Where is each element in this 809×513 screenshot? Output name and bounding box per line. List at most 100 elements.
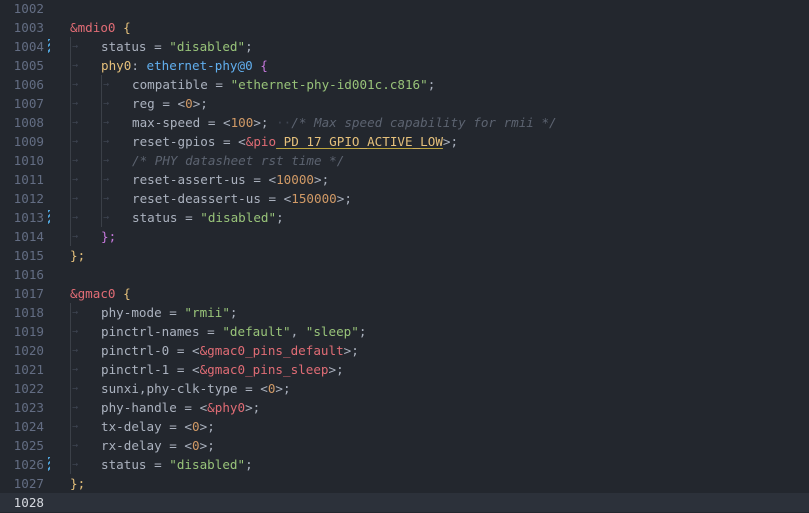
code-line[interactable]: 1017 &gmac0 {: [0, 284, 809, 303]
indent-guide: [70, 379, 71, 398]
code-line[interactable]: 1018 → phy-mode = "rmii";: [0, 303, 809, 322]
code-text[interactable]: };: [70, 246, 85, 265]
code-text[interactable]: &gmac0 {: [70, 284, 131, 303]
tab-arrow-icon: →: [103, 174, 110, 185]
code-token: <: [184, 419, 193, 434]
code-text[interactable]: rx-delay = <0>;: [101, 436, 215, 455]
tab-arrow-icon: →: [72, 326, 79, 337]
code-line[interactable]: 1009 → → reset-gpios = <&pio PD 17 GPIO_ACT…: [0, 132, 809, 151]
code-text[interactable]: };: [101, 227, 116, 246]
code-line[interactable]: 1028: [0, 493, 809, 512]
code-line[interactable]: 1027};: [0, 474, 809, 493]
code-line[interactable]: 1005 → phy0: ethernet-phy@0 {: [0, 56, 809, 75]
line-number: 1014: [13, 229, 44, 244]
tab-arrow-icon: →: [72, 364, 79, 375]
code-line[interactable]: 1025 → rx-delay = <0>;: [0, 436, 809, 455]
code-line[interactable]: 1011 → → reset-assert-us = <10000>;: [0, 170, 809, 189]
code-text[interactable]: phy-handle = <&phy0>;: [101, 398, 260, 417]
code-line[interactable]: 1024 → tx-delay = <0>;: [0, 417, 809, 436]
code-token: 150000: [291, 191, 337, 206]
code-text[interactable]: tx-delay = <0>;: [101, 417, 215, 436]
indent-guide: [70, 398, 71, 417]
code-token: =: [169, 343, 192, 358]
code-token: pinctrl-0: [101, 343, 170, 358]
code-token: =: [200, 115, 223, 130]
code-text[interactable]: status = "disabled";: [101, 455, 253, 474]
code-token: ;: [245, 39, 253, 54]
code-line[interactable]: 1007 → → reg = <0>;: [0, 94, 809, 113]
code-token: "disabled": [169, 39, 246, 54]
indent-guide: [70, 436, 71, 455]
line-number: 1011: [13, 172, 44, 187]
code-token: >;: [192, 96, 208, 111]
code-token: phy-mode: [101, 305, 162, 320]
code-token: ethernet-phy@0: [146, 58, 253, 73]
line-number: 1015: [13, 248, 44, 263]
code-text[interactable]: pinctrl-names = "default", "sleep";: [101, 322, 366, 341]
code-line[interactable]: 1019 → pinctrl-names = "default", "sleep";: [0, 322, 809, 341]
code-text[interactable]: &mdio0 {: [70, 18, 131, 37]
code-text[interactable]: pinctrl-1 = <&gmac0_pins_sleep>;: [101, 360, 344, 379]
code-token: <: [192, 362, 200, 377]
code-line[interactable]: 1022 → sunxi,phy-clk-type = <0>;: [0, 379, 809, 398]
code-text[interactable]: max-speed = <100>; ··/* Max speed capabi…: [132, 113, 557, 132]
code-line[interactable]: 1010 → → /* PHY datasheet rst time */: [0, 151, 809, 170]
code-text[interactable]: compatible = "ethernet-phy-id001c.c816";: [132, 75, 435, 94]
code-text[interactable]: reset-deassert-us = <150000>;: [132, 189, 352, 208]
tab-arrow-icon: →: [72, 307, 79, 318]
code-token: status: [132, 210, 178, 225]
code-line[interactable]: 1020 → pinctrl-0 = <&gmac0_pins_default>;: [0, 341, 809, 360]
code-token: &gmac0_pins_sleep: [199, 362, 329, 377]
code-token: >;: [275, 381, 291, 396]
code-text[interactable]: /* PHY datasheet rst time */: [132, 151, 344, 170]
code-line[interactable]: 1023 → phy-handle = <&phy0>;: [0, 398, 809, 417]
code-token: 0: [185, 96, 193, 111]
code-text[interactable]: phy-mode = "rmii";: [101, 303, 238, 322]
indent-guide: [70, 37, 71, 56]
code-text[interactable]: pinctrl-0 = <&gmac0_pins_default>;: [101, 341, 359, 360]
code-token: reg: [132, 96, 155, 111]
indent-guide: [70, 341, 71, 360]
line-number: 1027: [13, 476, 44, 491]
code-token: =: [207, 77, 231, 92]
code-line[interactable]: 1015};: [0, 246, 809, 265]
code-text[interactable]: status = "disabled";: [132, 208, 284, 227]
code-text[interactable]: };: [70, 474, 85, 493]
code-line[interactable]: 1014 →};: [0, 227, 809, 246]
code-text[interactable]: status = "disabled";: [101, 37, 253, 56]
code-line[interactable]: 1003 &mdio0 {: [0, 18, 809, 37]
line-number: 1020: [13, 343, 44, 358]
indent-guide: [70, 94, 71, 113]
code-line[interactable]: 1026 → status = "disabled";: [0, 455, 809, 474]
code-line[interactable]: 1012 → → reset-deassert-us = <150000>;: [0, 189, 809, 208]
indent-guide: [101, 113, 102, 132]
code-editor[interactable]: 1002 1003 &mdio0 {1004 → status = "disabled"…: [0, 0, 809, 513]
indent-guide: [101, 170, 102, 189]
code-token: status: [101, 457, 147, 472]
code-token: =: [215, 134, 239, 149]
code-token: <: [192, 343, 200, 358]
code-text[interactable]: reset-gpios = <&pio PD 17 GPIO_ACTIVE_LO…: [132, 132, 458, 151]
indent-guide: [70, 227, 71, 246]
tab-arrow-icon: →: [72, 155, 79, 166]
tab-arrow-icon: →: [72, 117, 79, 128]
code-text[interactable]: reg = <0>;: [132, 94, 208, 113]
code-token: =: [161, 438, 185, 453]
code-token: =: [260, 191, 284, 206]
code-line[interactable]: 1002: [0, 0, 809, 18]
code-line[interactable]: 1021 → pinctrl-1 = <&gmac0_pins_sleep>;: [0, 360, 809, 379]
tab-arrow-icon: →: [72, 212, 79, 223]
code-line[interactable]: 1004 → status = "disabled";: [0, 37, 809, 56]
code-text[interactable]: phy0: ethernet-phy@0 {: [101, 56, 268, 75]
code-line[interactable]: 1016: [0, 265, 809, 284]
code-token: =: [161, 305, 185, 320]
code-line[interactable]: 1013 → → status = "disabled";: [0, 208, 809, 227]
code-line[interactable]: 1008 → → max-speed = <100>; ··/* Max speed …: [0, 113, 809, 132]
code-token: ;: [276, 210, 284, 225]
code-text[interactable]: sunxi,phy-clk-type = <0>;: [101, 379, 291, 398]
line-number: 1024: [13, 419, 44, 434]
code-token: tx-delay: [101, 419, 162, 434]
code-line[interactable]: 1006 → → compatible = "ethernet-phy-id001c.…: [0, 75, 809, 94]
code-text[interactable]: reset-assert-us = <10000>;: [132, 170, 329, 189]
